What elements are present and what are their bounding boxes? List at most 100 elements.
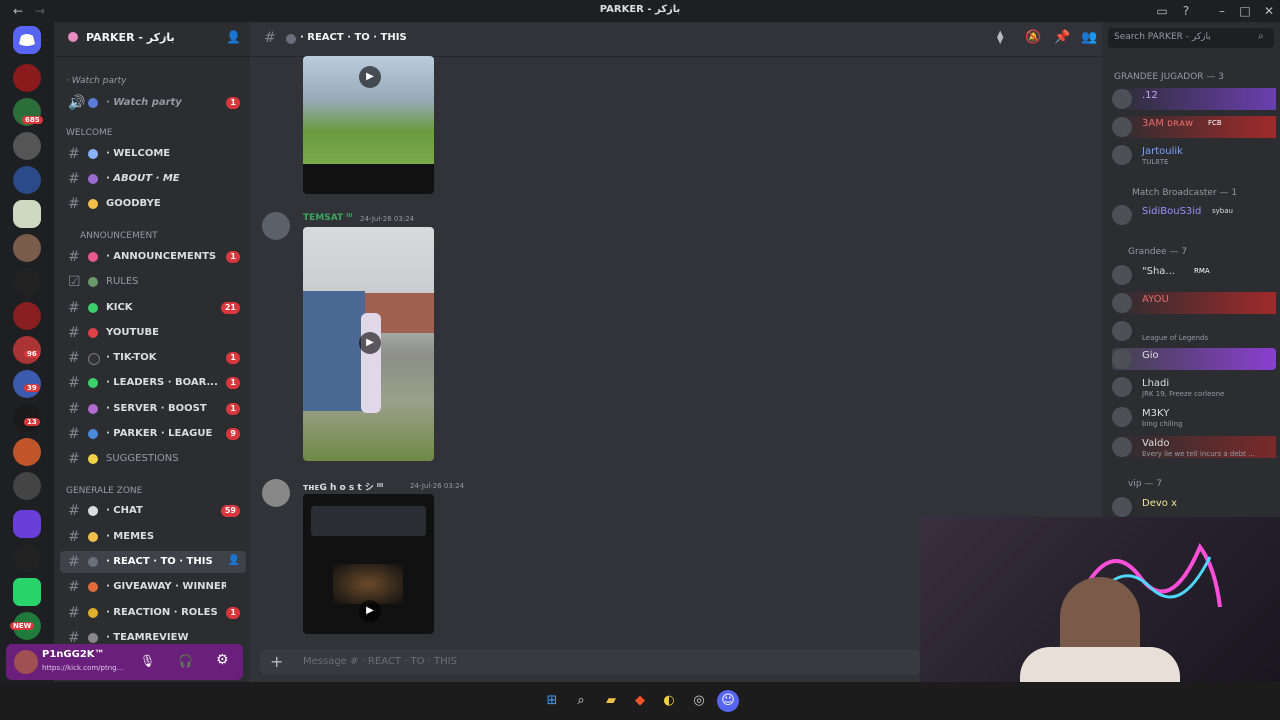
- channel-memes[interactable]: # · MEMES: [60, 526, 246, 548]
- category-generale-zone[interactable]: GENERALE ZONE: [66, 486, 142, 496]
- category-welcome[interactable]: WELCOME: [66, 128, 112, 138]
- member-name: Gio: [1142, 350, 1159, 361]
- avatar[interactable]: [14, 650, 38, 674]
- gift-icon: [88, 582, 98, 592]
- message-timestamp: 24-Jul-26 03:24: [410, 482, 465, 490]
- search-icon[interactable]: ⌕: [570, 690, 592, 712]
- channel-welcome[interactable]: # · WELCOME: [60, 143, 246, 165]
- channel-chat[interactable]: # · CHAT 59: [60, 500, 246, 522]
- channel-server-boost[interactable]: # · SERVER · BOOST 1: [60, 398, 246, 420]
- video-attachment[interactable]: ▶: [303, 56, 434, 194]
- server-icon[interactable]: [13, 472, 41, 500]
- server-header[interactable]: PARKER - بازكر ⌄ 👤: [54, 22, 250, 57]
- server-icon[interactable]: [13, 234, 41, 262]
- server-icon[interactable]: [13, 166, 41, 194]
- member-list-icon[interactable]: 👥: [1081, 30, 1097, 45]
- server-badge-icon: [68, 32, 78, 42]
- channel-watch-party[interactable]: 🔊 · Watch party 1: [60, 92, 246, 114]
- duck-app-icon[interactable]: ◐: [658, 690, 680, 712]
- channel-suggestions[interactable]: # SUGGESTIONS: [60, 448, 246, 470]
- gear-icon: [88, 633, 98, 643]
- server-icon[interactable]: [13, 438, 41, 466]
- play-icon[interactable]: ▶: [359, 332, 381, 354]
- pin-icon[interactable]: 📌: [1054, 30, 1070, 45]
- channel-leaders-board[interactable]: # · LEADERS · BOAR... 1: [60, 372, 246, 394]
- channel-rules[interactable]: ☑ RULES: [60, 271, 246, 293]
- member-item[interactable]: "Sha... RMA: [1112, 264, 1276, 286]
- member-item[interactable]: .12: [1112, 88, 1276, 110]
- discord-home-icon[interactable]: [13, 26, 41, 54]
- avatar: [1112, 437, 1132, 457]
- channel-react-to-this[interactable]: # · REACT · TO · THIS 👤: [60, 551, 246, 573]
- member-item[interactable]: SidiBouS3id sybau: [1112, 204, 1276, 226]
- headphones-icon[interactable]: 🎧: [178, 654, 193, 668]
- close-icon[interactable]: ✕: [1261, 3, 1277, 19]
- server-icon[interactable]: [13, 302, 41, 330]
- maximize-icon[interactable]: □: [1237, 3, 1253, 19]
- server-icon[interactable]: [13, 510, 41, 538]
- search-box[interactable]: Search PARKER - بازكر ⌕: [1108, 28, 1274, 48]
- invite-user-icon[interactable]: 👤: [226, 30, 241, 44]
- member-item[interactable]: Devo x: [1112, 496, 1276, 518]
- member-name: Valdo: [1142, 438, 1170, 449]
- message-composer[interactable]: + Message # · REACT · TO · THIS: [260, 649, 920, 675]
- video-attachment[interactable]: ▶: [303, 494, 434, 634]
- user-status: https://kick.com/ptng...: [42, 664, 124, 672]
- invite-user-icon[interactable]: 👤: [228, 555, 240, 566]
- hash-icon: #: [68, 426, 80, 442]
- member-item[interactable]: Valdo Every lie we tell incurs a debt ..…: [1112, 436, 1276, 458]
- avatar[interactable]: [262, 479, 290, 507]
- mute-bell-icon[interactable]: 🔕: [1025, 30, 1041, 45]
- channel-announcements[interactable]: # · ANNOUNCEMENTS 1: [60, 246, 246, 268]
- category-watch-party[interactable]: · Watch party: [66, 76, 126, 86]
- play-icon[interactable]: ▶: [359, 600, 381, 622]
- category-announcement[interactable]: ANNOUNCEMENT: [80, 231, 158, 241]
- play-icon[interactable]: ▶: [359, 66, 381, 88]
- server-icon[interactable]: [13, 268, 41, 296]
- hash-icon: #: [68, 401, 80, 417]
- gear-icon[interactable]: ⚙: [216, 652, 229, 668]
- channel-reaction-roles[interactable]: # · REACTION · ROLES 1: [60, 602, 246, 624]
- server-icon[interactable]: [13, 200, 41, 228]
- video-attachment[interactable]: ▶: [303, 227, 434, 461]
- server-icon[interactable]: [13, 64, 41, 92]
- channel-tik-tok[interactable]: # · TIK-TOK 1: [60, 347, 246, 369]
- steam-icon[interactable]: ◎: [688, 690, 710, 712]
- member-item[interactable]: League of Legends: [1112, 320, 1276, 342]
- file-explorer-icon[interactable]: ▰: [600, 690, 622, 712]
- help-icon[interactable]: ?: [1178, 3, 1194, 19]
- member-item[interactable]: Lhadi JRK 19, Freeze corleone: [1112, 376, 1276, 398]
- member-name: AYOU: [1142, 294, 1169, 305]
- message-author[interactable]: TEMSAT ᴵᴵᴵ: [303, 213, 353, 223]
- member-item[interactable]: Jartoulik TUL8TE: [1112, 144, 1276, 166]
- add-attachment-icon[interactable]: +: [270, 652, 283, 671]
- channel-kick[interactable]: # KICK 21: [60, 297, 246, 319]
- microphone-icon[interactable]: 🎙: [140, 654, 155, 668]
- avatar: [1112, 117, 1132, 137]
- username: P1nGG2K™: [42, 649, 105, 660]
- threads-icon[interactable]: ⧫: [997, 30, 1003, 45]
- minimize-icon[interactable]: –: [1214, 3, 1230, 19]
- discord-taskbar-icon[interactable]: ☺: [717, 690, 739, 712]
- mention-count: 1: [226, 251, 240, 263]
- windows-start-icon[interactable]: ⊞: [541, 690, 563, 712]
- channel-giveaway-winners[interactable]: # · GIVEAWAY · WINNER...: [60, 576, 246, 598]
- kick-server-icon[interactable]: [13, 578, 41, 606]
- message-author[interactable]: ᴛʜᴇG h o s t シ ᴵᴵᴵ: [303, 480, 383, 493]
- server-icon[interactable]: [13, 544, 41, 572]
- avatar[interactable]: [262, 212, 290, 240]
- channel-youtube[interactable]: # YOUTUBE: [60, 322, 246, 344]
- member-item[interactable]: M3KY bing chiling: [1112, 406, 1276, 428]
- member-item[interactable]: Gio: [1112, 348, 1276, 370]
- inbox-icon[interactable]: ▭: [1154, 3, 1170, 19]
- avatar: [1112, 321, 1132, 341]
- channel-goodbye[interactable]: # GOODBYE: [60, 193, 246, 215]
- brave-browser-icon[interactable]: ◆: [629, 690, 651, 712]
- server-icon[interactable]: [13, 132, 41, 160]
- member-item[interactable]: AYOU: [1112, 292, 1276, 314]
- message-input[interactable]: Message # · REACT · TO · THIS: [303, 656, 457, 667]
- member-item[interactable]: 3AM ᴅʀᴀᴡ FCB: [1112, 116, 1276, 138]
- channel-parker-league[interactable]: # · PARKER · LEAGUE 9: [60, 423, 246, 445]
- channel-about-me[interactable]: # · ABOUT · ME: [60, 168, 246, 190]
- search-input[interactable]: Search PARKER - بازكر: [1114, 32, 1211, 42]
